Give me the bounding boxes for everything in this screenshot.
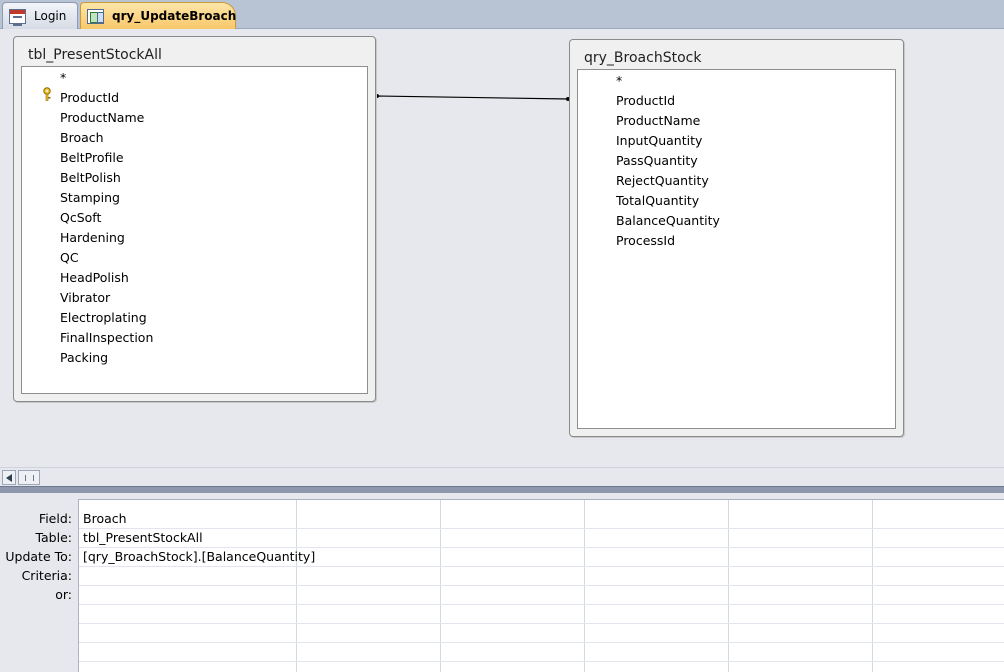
grid-cell-update-to[interactable]: [qry_BroachStock].[BalanceQuantity]: [83, 547, 315, 566]
field-item[interactable]: RejectQuantity: [616, 171, 709, 191]
field-item[interactable]: BeltProfile: [60, 148, 124, 168]
grid-column-divider[interactable]: [584, 500, 585, 672]
field-item[interactable]: Stamping: [60, 188, 120, 208]
field-list-title: tbl_PresentStockAll: [28, 47, 162, 63]
grid-label-field: Field:: [38, 511, 72, 526]
tab-qry-updatebroach[interactable]: qry_UpdateBroach: [80, 2, 236, 29]
field-item[interactable]: QcSoft: [60, 208, 101, 228]
pane-splitter[interactable]: [0, 486, 1004, 493]
field-item[interactable]: InputQuantity: [616, 131, 702, 151]
field-item[interactable]: *: [616, 71, 622, 91]
grid-column-divider[interactable]: [440, 500, 441, 672]
field-item[interactable]: Hardening: [60, 228, 125, 248]
document-tab-strip: Login qry_UpdateBroach: [0, 0, 1004, 29]
field-list-box[interactable]: * ProductId ProductName InputQuantity Pa…: [577, 69, 896, 429]
design-pane-scrollbar[interactable]: [0, 467, 1004, 486]
form-icon: [9, 8, 26, 26]
field-item[interactable]: ProductName: [616, 111, 700, 131]
grid-cell-table[interactable]: tbl_PresentStockAll: [83, 528, 203, 547]
grid-cell-field[interactable]: Broach: [83, 509, 127, 528]
grid-column-divider[interactable]: [728, 500, 729, 672]
grid-label-table: Table:: [35, 530, 72, 545]
tab-label: qry_UpdateBroach: [112, 9, 237, 23]
field-item[interactable]: Broach: [60, 128, 104, 148]
grid-row-divider: [79, 566, 1004, 567]
tab-label: Login: [34, 9, 67, 23]
field-item[interactable]: Electroplating: [60, 308, 147, 328]
field-item[interactable]: FinalInspection: [60, 328, 153, 348]
tab-login[interactable]: Login: [2, 2, 78, 29]
field-list-box[interactable]: * ProductId ProductName Broach BeltProfi…: [21, 66, 368, 394]
grid-row-divider: [79, 528, 1004, 529]
field-item[interactable]: ProductId: [60, 88, 119, 108]
field-item[interactable]: PassQuantity: [616, 151, 698, 171]
scrollbar-thumb[interactable]: [18, 470, 40, 485]
query-icon: [87, 8, 104, 24]
field-list-tbl-presentstockall[interactable]: tbl_PresentStockAll * ProductId ProductN…: [13, 36, 376, 402]
field-item[interactable]: *: [60, 68, 66, 88]
field-item[interactable]: Vibrator: [60, 288, 110, 308]
grid-label-or: or:: [55, 587, 72, 602]
field-item[interactable]: ProductName: [60, 108, 144, 128]
field-item[interactable]: HeadPolish: [60, 268, 129, 288]
primary-key-icon: [43, 87, 51, 101]
grid-column-divider[interactable]: [872, 500, 873, 672]
scroll-left-arrow-icon[interactable]: [2, 470, 16, 485]
field-item[interactable]: ProcessId: [616, 231, 675, 251]
query-design-pane[interactable]: tbl_PresentStockAll * ProductId ProductN…: [0, 30, 1004, 467]
field-item[interactable]: ProductId: [616, 91, 675, 111]
field-item[interactable]: Packing: [60, 348, 108, 368]
grid-row-divider: [79, 661, 1004, 662]
grid-row-divider: [79, 585, 1004, 586]
grid-row-divider: [79, 623, 1004, 624]
grid-row-divider: [79, 642, 1004, 643]
grid-column-divider[interactable]: [296, 500, 297, 672]
field-item[interactable]: BeltPolish: [60, 168, 121, 188]
field-item[interactable]: TotalQuantity: [616, 191, 699, 211]
grid-label-criteria: Criteria:: [21, 568, 72, 583]
field-item[interactable]: QC: [60, 248, 79, 268]
query-design-grid-pane: Field: Table: Update To: Criteria: or: B…: [0, 493, 1004, 672]
field-list-qry-broachstock[interactable]: qry_BroachStock * ProductId ProductName …: [569, 39, 904, 437]
grid-row-divider: [79, 604, 1004, 605]
field-item[interactable]: BalanceQuantity: [616, 211, 720, 231]
field-list-title: qry_BroachStock: [584, 50, 702, 66]
grid-label-update-to: Update To:: [5, 549, 72, 564]
query-grid[interactable]: Broach tbl_PresentStockAll [qry_BroachSt…: [78, 499, 1004, 672]
